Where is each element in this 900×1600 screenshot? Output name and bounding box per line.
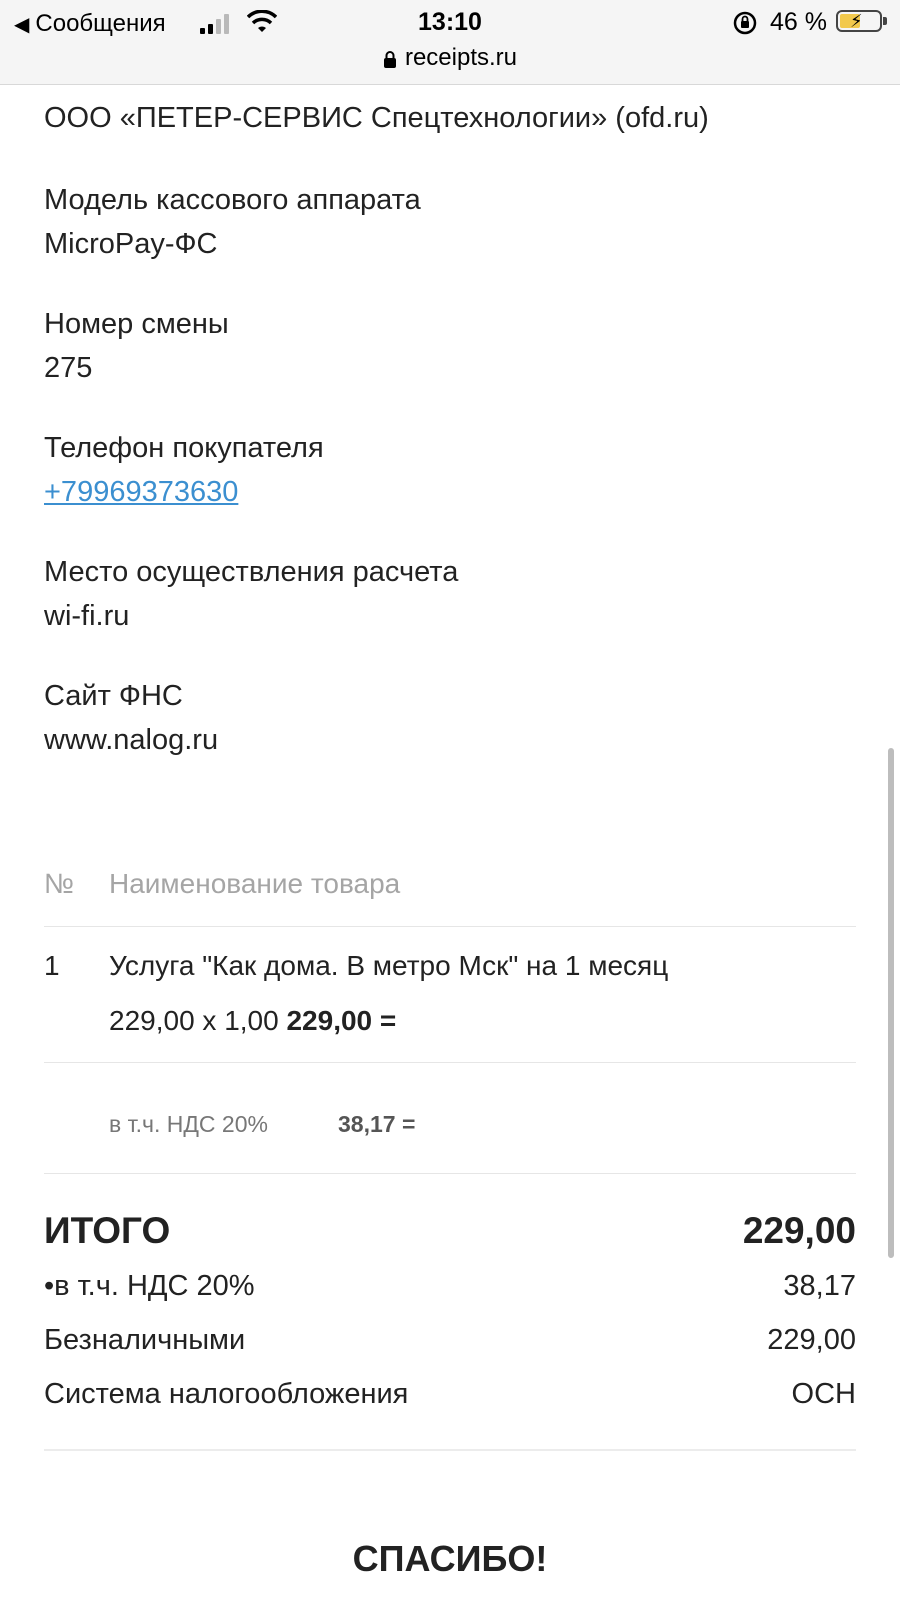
ofd-operator: ООО «ПЕТЕР-СЕРВИС Спецтехнологии» (ofd.r…: [44, 96, 709, 140]
browser-top-bar: ◀ Сообщения 13:10 46 % ⚡ receipts.ru: [0, 0, 900, 85]
item-sum: 229,00 =: [286, 1005, 397, 1036]
field-shift-number: Номер смены 275: [44, 302, 229, 390]
total-label: ИТОГО: [44, 1210, 171, 1251]
page-scrollbar[interactable]: [888, 748, 894, 1258]
field-value: wi-fi.ru: [44, 600, 130, 632]
field-label: Место осуществления расчета: [44, 556, 459, 588]
lock-icon: [383, 50, 396, 68]
divider: [44, 1449, 856, 1451]
battery-percent: 46 %: [770, 8, 827, 36]
address-bar[interactable]: receipts.ru: [0, 44, 900, 72]
total-vat-row: •в т.ч. НДС 20% 38,17: [44, 1270, 856, 1303]
tax-system-row: Система налогообложения ОСН: [44, 1378, 856, 1411]
table-header-num: №: [44, 868, 75, 899]
item-price-line: 229,00 х 1,00 229,00 =: [109, 1005, 396, 1037]
total-vat-value: 38,17: [783, 1270, 856, 1302]
url-text: receipts.ru: [404, 44, 518, 71]
field-label: Номер смены: [44, 308, 229, 340]
field-fns-site: Сайт ФНС www.nalog.ru: [44, 674, 218, 762]
item-price-qty: 229,00 х 1,00: [109, 1005, 279, 1036]
battery-icon: ⚡: [836, 10, 887, 32]
field-value: 275: [44, 352, 93, 384]
field-value: www.nalog.ru: [44, 724, 219, 756]
field-label: Сайт ФНС: [44, 680, 183, 712]
divider: [44, 1062, 856, 1063]
cashless-value: 229,00: [767, 1324, 856, 1356]
field-buyer-phone: Телефон покупателя +79969373630: [44, 426, 324, 514]
item-vat-label: в т.ч. НДС 20%: [109, 1111, 268, 1137]
item-name: Услуга "Как дома. В метро Мск" на 1 меся…: [109, 950, 669, 981]
buyer-phone-link[interactable]: +79969373630: [44, 470, 324, 514]
cashless-row: Безналичными 229,00: [44, 1324, 856, 1357]
table-header-name: Наименование товара: [109, 868, 401, 899]
field-label: Телефон покупателя: [44, 432, 324, 464]
field-value: MicroPay-ФС: [44, 228, 218, 260]
ofd-operator-value: ООО «ПЕТЕР-СЕРВИС Спецтехнологии» (ofd.r…: [44, 102, 709, 134]
divider: [44, 926, 856, 927]
total-value: 229,00: [742, 1210, 856, 1251]
item-num: 1: [44, 950, 60, 981]
item-vat-value: 38,17 =: [338, 1111, 416, 1137]
thanks-message: СПАСИБО!: [352, 1538, 548, 1579]
divider: [44, 1173, 856, 1174]
field-kkt-model: Модель кассового аппарата MicroPay-ФС: [44, 178, 421, 266]
clock: 13:10: [418, 8, 482, 36]
tax-system-value: ОСН: [791, 1378, 856, 1410]
total-vat-label: •в т.ч. НДС 20%: [44, 1270, 255, 1302]
rotation-lock-icon: [733, 11, 757, 35]
tax-system-label: Система налогообложения: [44, 1378, 409, 1410]
total-row: ИТОГО 229,00: [44, 1210, 856, 1252]
field-settlement-place: Место осуществления расчета wi-fi.ru: [44, 550, 458, 638]
cashless-label: Безналичными: [44, 1324, 246, 1356]
field-label: Модель кассового аппарата: [44, 184, 421, 216]
